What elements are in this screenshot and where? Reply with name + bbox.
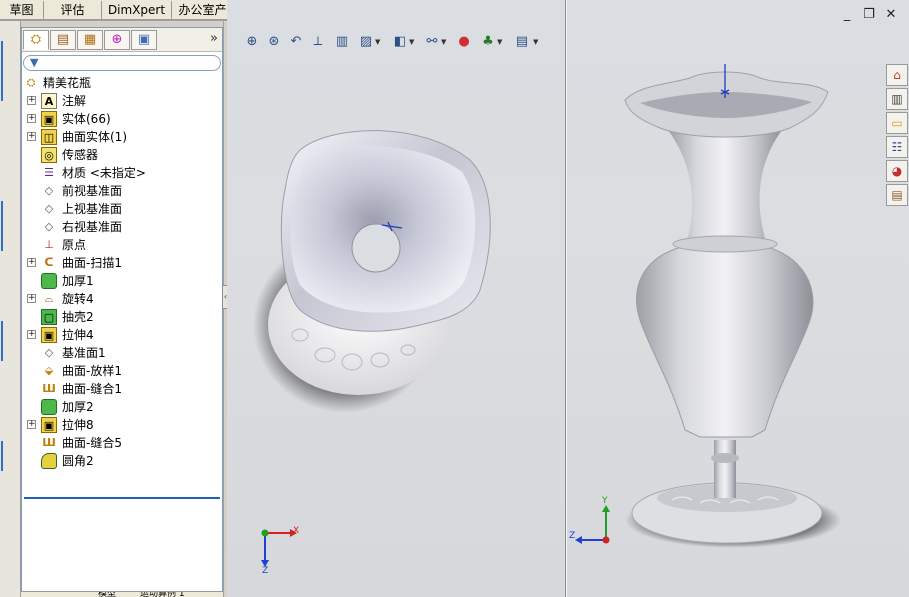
display-style-icon[interactable]: ▨ [357, 32, 375, 52]
neck-ring [672, 235, 778, 253]
solidworks-resources-icon[interactable]: ⌂ [886, 64, 908, 86]
section-view-icon[interactable]: ⟂ [309, 32, 327, 52]
file-explorer-icon[interactable]: ▭ [886, 112, 908, 134]
restore-icon[interactable]: ❐ [862, 8, 876, 22]
chevron-down-icon[interactable]: ▼ [375, 38, 380, 46]
chevron-down-icon[interactable]: ▼ [409, 38, 414, 46]
screen-capture-icon[interactable]: ▤ [513, 32, 531, 52]
axis-y-label: Y [601, 496, 608, 506]
vase-stem [714, 440, 736, 498]
vase-opening [351, 223, 401, 273]
minimize-icon[interactable]: _ [840, 8, 854, 22]
close-icon[interactable]: ✕ [884, 8, 898, 22]
edit-appearance-icon[interactable]: ⚯ [423, 32, 441, 52]
axis-x-label: X [293, 526, 299, 536]
zoom-to-area-icon[interactable]: ⊛ [265, 32, 283, 52]
appearances-icon[interactable]: ◕ [886, 160, 908, 182]
chevron-down-icon[interactable]: ▼ [533, 38, 538, 46]
custom-properties-icon[interactable]: ▤ [886, 184, 908, 206]
axis-z-label: Z [262, 566, 268, 576]
view-settings-icon[interactable]: ♣ [479, 32, 497, 52]
vase-neck [668, 130, 782, 248]
axis-z-label: Z [569, 531, 575, 541]
view-triad-right [575, 505, 610, 544]
vase-body [636, 244, 814, 438]
view-orientation-icon[interactable]: ▥ [333, 32, 351, 52]
view-palette-icon[interactable]: ☷ [886, 136, 908, 158]
view-triad-left [261, 529, 297, 567]
chevron-down-icon[interactable]: ▼ [497, 38, 502, 46]
stem-ring [711, 453, 739, 463]
design-library-icon[interactable]: ▥ [886, 88, 908, 110]
chevron-down-icon[interactable]: ▼ [441, 38, 446, 46]
apply-scene-icon[interactable]: ● [455, 32, 473, 52]
previous-view-icon[interactable]: ↶ [287, 32, 305, 52]
zoom-to-fit-icon[interactable]: ⊕ [243, 32, 261, 52]
hide-show-items-icon[interactable]: ◧ [391, 32, 409, 52]
vase-top-view: X Z Y Z [253, 64, 841, 576]
